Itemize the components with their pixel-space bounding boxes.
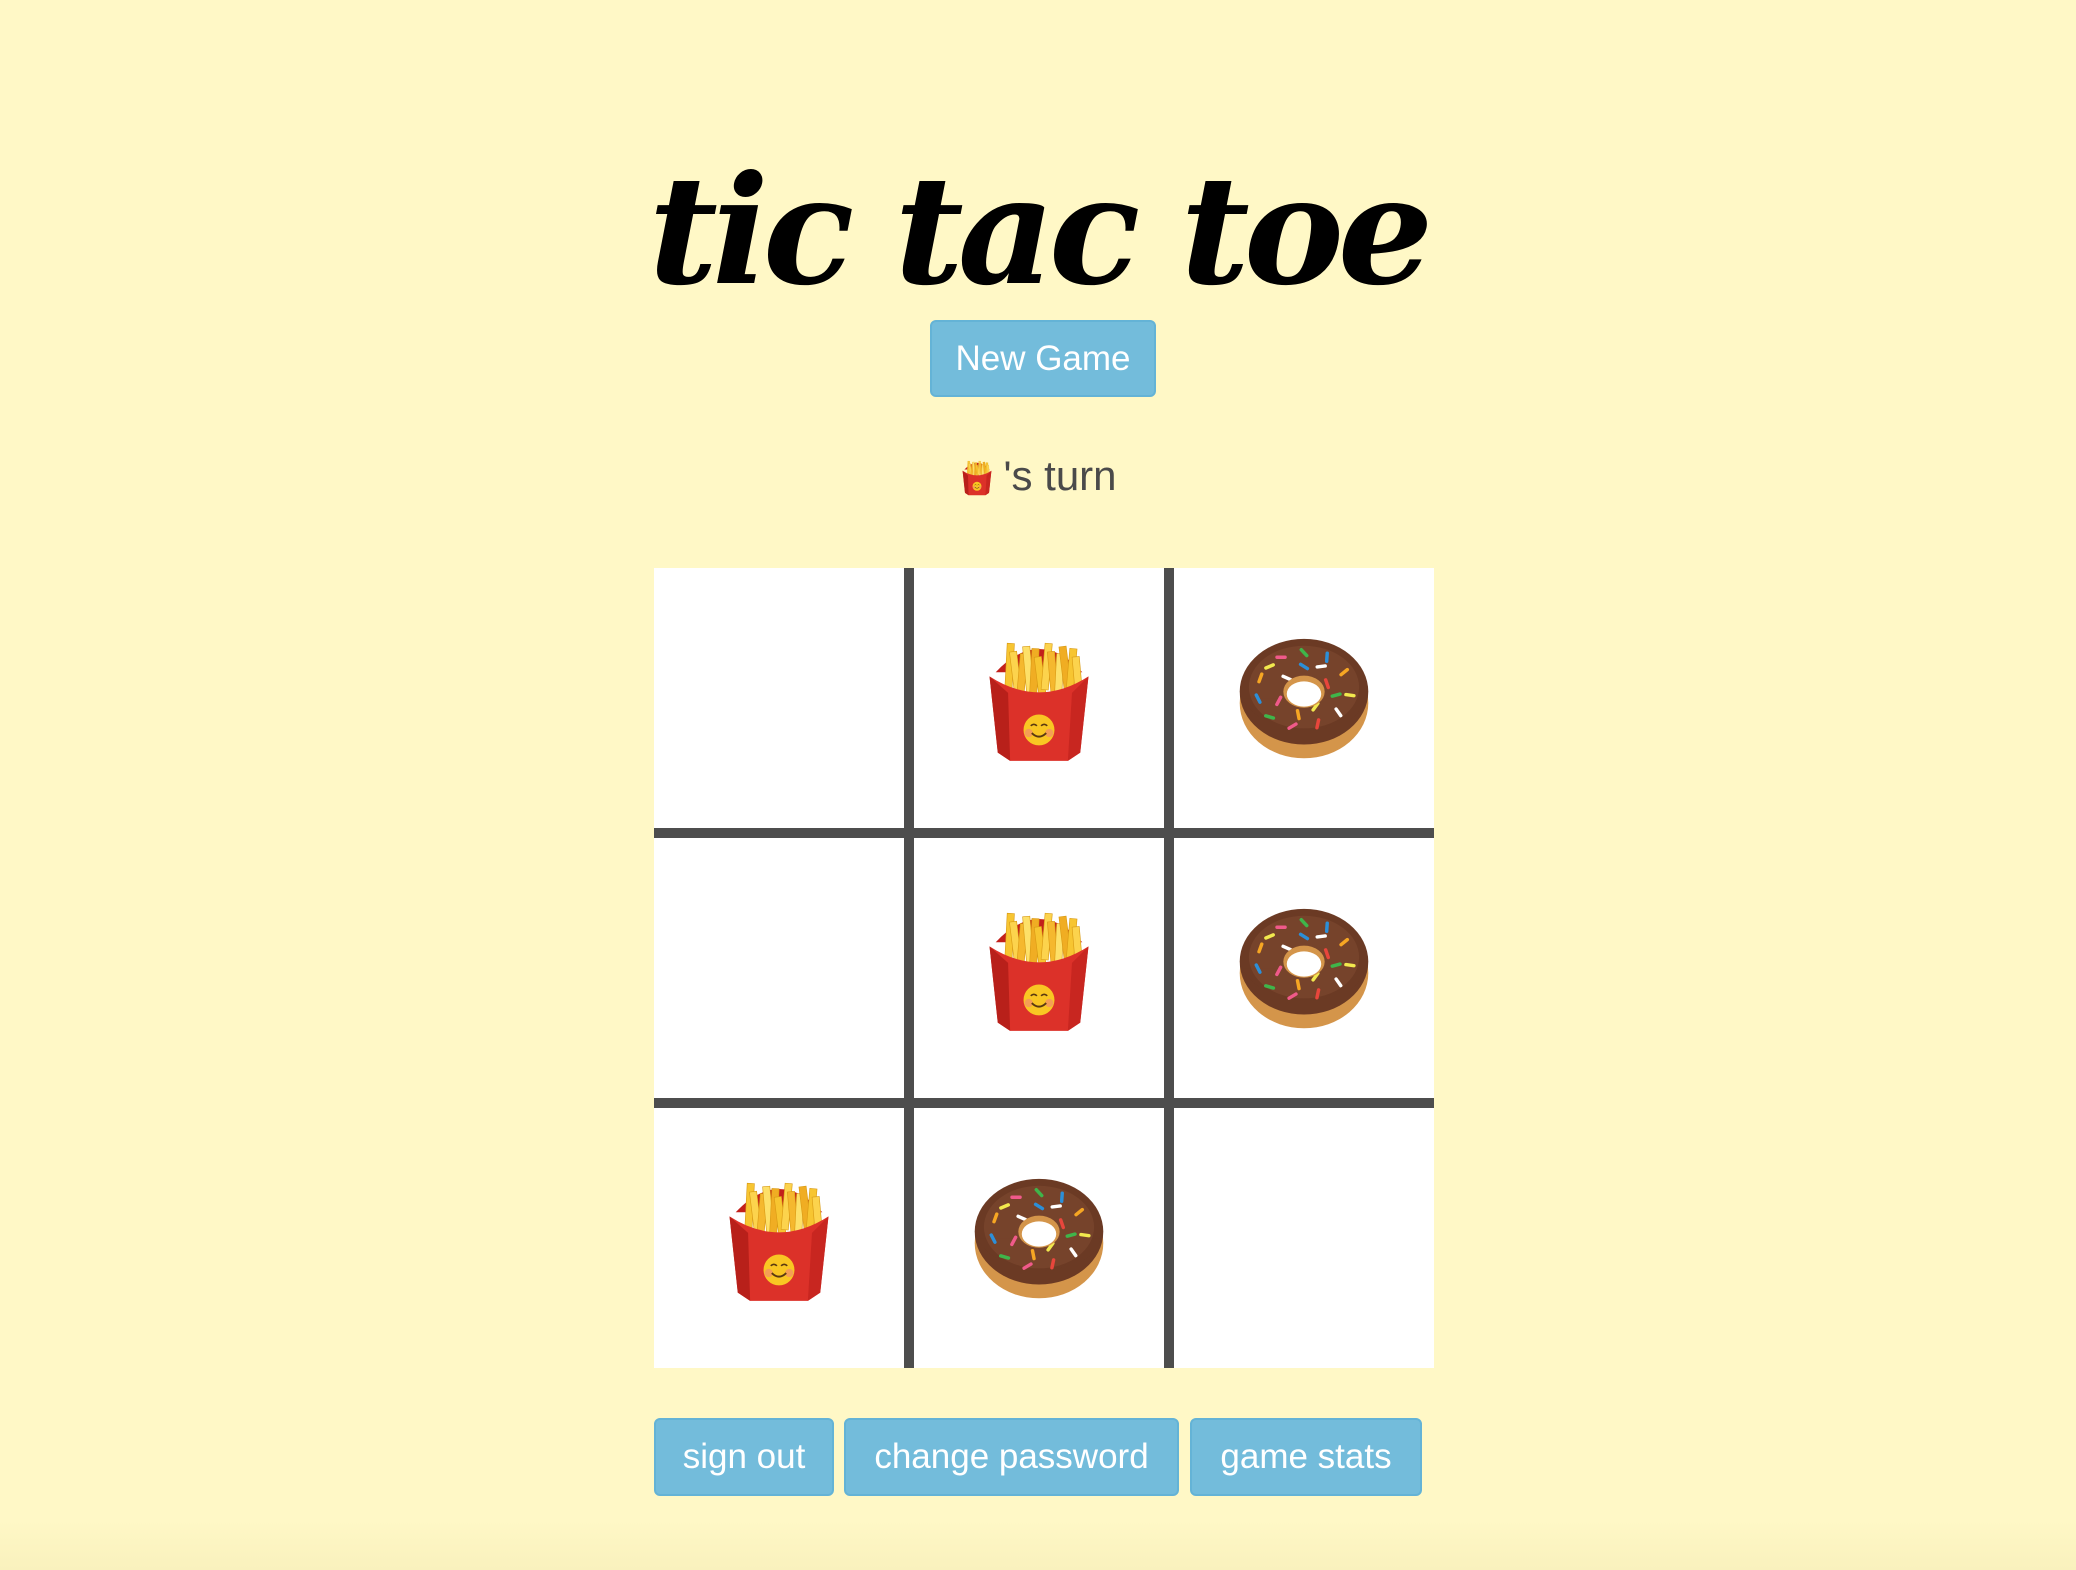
- board-cell-0-1[interactable]: [914, 568, 1164, 828]
- donut-icon: [1235, 632, 1373, 764]
- fries-icon: [977, 901, 1101, 1035]
- game-stats-button[interactable]: game stats: [1190, 1418, 1422, 1496]
- grid-line: [904, 568, 914, 1368]
- board-cell-0-0[interactable]: [654, 568, 904, 828]
- turn-indicator: 's turn: [0, 452, 2076, 500]
- fries-icon: [977, 631, 1101, 765]
- sign-out-button[interactable]: sign out: [654, 1418, 834, 1496]
- board-cell-2-1[interactable]: [914, 1108, 1164, 1368]
- donut-icon: [970, 1172, 1108, 1304]
- board-cell-2-0[interactable]: [654, 1108, 904, 1368]
- board-cell-2-2[interactable]: [1174, 1108, 1434, 1368]
- page-title: tic tac toe: [648, 142, 1434, 319]
- fries-icon: [717, 1171, 841, 1305]
- board-cell-1-1[interactable]: [914, 838, 1164, 1098]
- change-password-button[interactable]: change password: [844, 1418, 1179, 1496]
- board-cell-1-2[interactable]: [1174, 838, 1434, 1098]
- grid-line: [1164, 568, 1174, 1368]
- grid-line: [654, 828, 1434, 838]
- fries-icon: [959, 457, 999, 497]
- new-game-button[interactable]: New Game: [930, 320, 1156, 397]
- board-cell-0-2[interactable]: [1174, 568, 1434, 828]
- game-board: [654, 568, 1434, 1368]
- board-cell-1-0[interactable]: [654, 838, 904, 1098]
- donut-icon: [1235, 902, 1373, 1034]
- turn-text: 's turn: [1003, 452, 1117, 499]
- grid-line: [654, 1098, 1434, 1108]
